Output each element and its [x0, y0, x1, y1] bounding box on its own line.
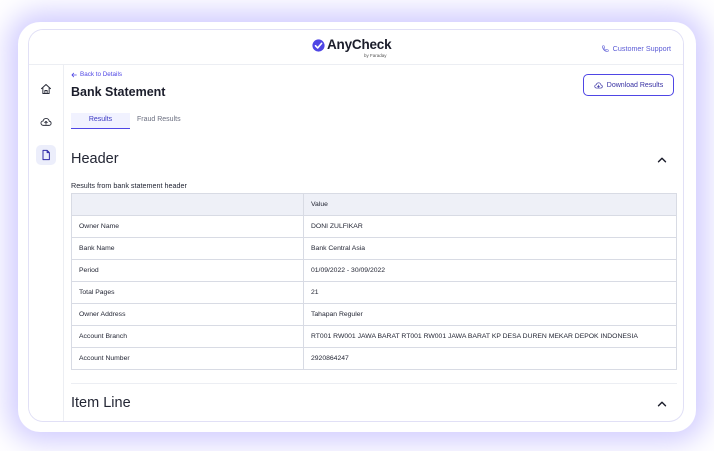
- field-label: Owner Address: [71, 303, 304, 326]
- table-row: Account Branch RT001 RW001 JAWA BARAT RT…: [71, 325, 677, 348]
- table-row: Account Number 2920864247: [71, 347, 677, 370]
- section-description: Results from bank statement header: [71, 181, 187, 190]
- column-header-field: [71, 193, 304, 216]
- field-label: Bank Name: [71, 237, 304, 260]
- table-row: Period 01/09/2022 - 30/09/2022: [71, 259, 677, 282]
- tab-results[interactable]: Results: [71, 113, 130, 129]
- arrow-left-icon: [71, 72, 77, 77]
- chevron-up-icon[interactable]: [657, 399, 667, 409]
- document-icon: [42, 149, 50, 161]
- section-title-item-line: Item Line: [71, 395, 131, 411]
- app-logo[interactable]: AnyCheck by Faraday: [312, 37, 402, 59]
- field-label: Total Pages: [71, 281, 304, 304]
- logo-text: AnyCheck: [327, 37, 392, 52]
- customer-support-label: Customer Support: [612, 44, 671, 53]
- sidebar-item-upload[interactable]: [36, 112, 56, 132]
- tab-fraud-results[interactable]: Fraud Results: [137, 113, 197, 129]
- logo-check-icon: [312, 39, 325, 52]
- home-icon: [41, 84, 51, 94]
- field-label: Period: [71, 259, 304, 282]
- field-value: DONI ZULFIKAR: [303, 215, 677, 238]
- column-header-value: Value: [303, 193, 677, 216]
- field-label: Account Branch: [71, 325, 304, 348]
- table-row: Owner Name DONI ZULFIKAR: [71, 215, 677, 238]
- header-results-table: Value Owner Name DONI ZULFIKAR Bank Name…: [71, 193, 677, 370]
- field-value: Tahapan Reguler: [303, 303, 677, 326]
- table-row: Bank Name Bank Central Asia: [71, 237, 677, 260]
- download-results-label: Download Results: [606, 81, 664, 89]
- field-value: 21: [303, 281, 677, 304]
- field-value: Bank Central Asia: [303, 237, 677, 260]
- sidebar: [29, 65, 64, 421]
- page-title: Bank Statement: [71, 85, 166, 99]
- cloud-download-icon: [594, 81, 603, 88]
- table-header-row: Value: [71, 193, 677, 216]
- phone-icon: [601, 44, 609, 52]
- table-row: Owner Address Tahapan Reguler: [71, 303, 677, 326]
- logo-subtext: by Faraday: [364, 53, 387, 58]
- customer-support-link[interactable]: Customer Support: [601, 44, 671, 53]
- field-value: RT001 RW001 JAWA BARAT RT001 RW001 JAWA …: [303, 325, 677, 348]
- top-bar: AnyCheck by Faraday Customer Support: [29, 30, 683, 65]
- section-title-header: Header: [71, 151, 119, 167]
- cloud-upload-icon: [40, 117, 52, 126]
- sidebar-item-home[interactable]: [36, 79, 56, 99]
- back-to-details-link[interactable]: Back to Details: [71, 71, 122, 78]
- back-label: Back to Details: [80, 71, 122, 78]
- app-window: AnyCheck by Faraday Customer Support Bac…: [29, 30, 683, 421]
- section-divider: [71, 383, 677, 384]
- field-value: 01/09/2022 - 30/09/2022: [303, 259, 677, 282]
- table-row: Total Pages 21: [71, 281, 677, 304]
- field-label: Account Number: [71, 347, 304, 370]
- chevron-up-icon[interactable]: [657, 155, 667, 165]
- main-content: Back to Details Bank Statement Download …: [71, 65, 677, 421]
- sidebar-item-documents[interactable]: [36, 145, 56, 165]
- field-value: 2920864247: [303, 347, 677, 370]
- field-label: Owner Name: [71, 215, 304, 238]
- download-results-button[interactable]: Download Results: [583, 74, 674, 96]
